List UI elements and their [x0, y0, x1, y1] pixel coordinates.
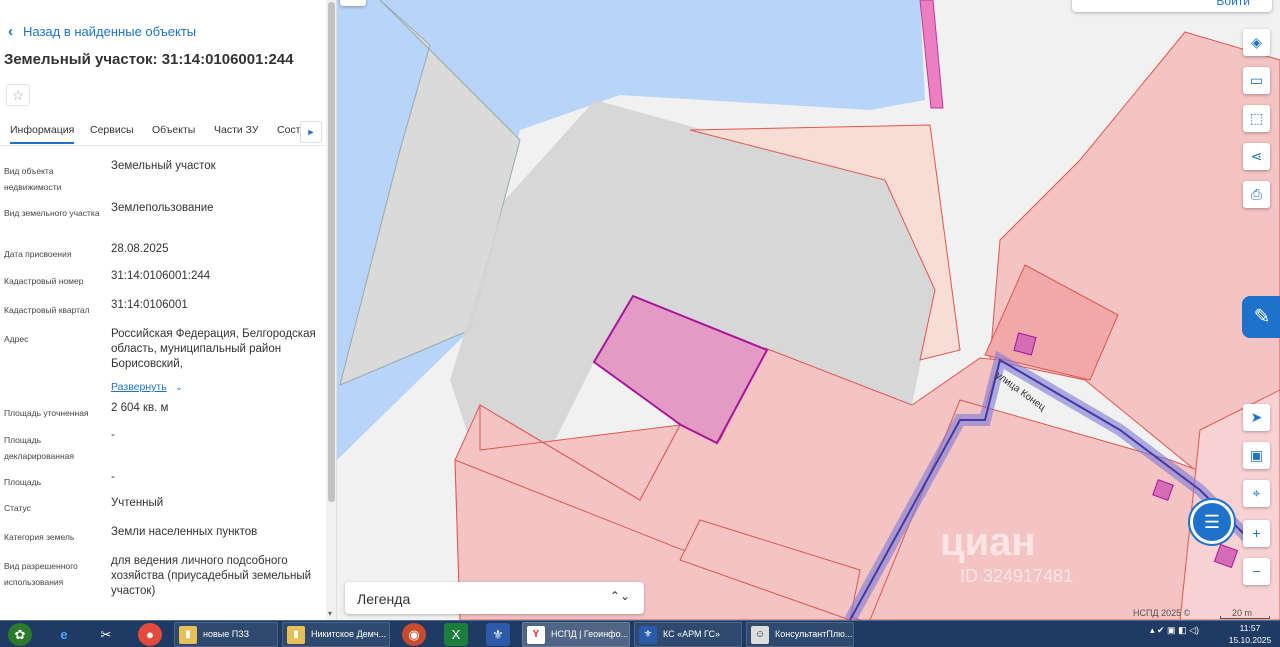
copyright: НСПД 2025 © [1133, 608, 1191, 618]
clock-time: 11:57 [1239, 623, 1261, 633]
zoom-in-icon[interactable]: + [1243, 520, 1270, 547]
map-canvas[interactable] [337, 0, 1280, 620]
minimap-icon[interactable]: ▣ [1243, 442, 1270, 469]
info-label: Вид земельного участка [4, 208, 100, 218]
info-label: Площадь декларированная [4, 435, 74, 461]
info-label: Дата присвоения [4, 249, 72, 259]
tab-information[interactable]: Информация [10, 124, 75, 144]
tab-objects[interactable]: Объекты [152, 124, 195, 136]
info-value: Землепользование [111, 202, 214, 214]
taskbar-app[interactable]: ⚜ КС «АРМ ГС» [634, 622, 742, 647]
clock[interactable]: 11:57 15.10.2025 [1222, 622, 1278, 646]
yandex-icon: Y [527, 626, 545, 644]
panel-content: ‹ Назад в найденные объекты Земельный уч… [0, 0, 326, 620]
info-value: Российская Федерация, Белгородская облас… [111, 328, 316, 370]
navigate-icon[interactable]: ➤ [1243, 404, 1270, 431]
system-tray[interactable]: ▴ ✔ ▣ ◧ ◁) [1150, 625, 1199, 636]
info-label: Вид разрешенного использования [4, 561, 78, 587]
tabs-next-button[interactable]: ► [300, 121, 322, 143]
consultant-icon: ☺ [751, 626, 769, 644]
tab-services[interactable]: Сервисы [90, 124, 134, 136]
chevron-down-icon: ⌄ [175, 382, 183, 392]
map-view[interactable]: Войти [337, 0, 1280, 620]
folder-icon: ▮ [287, 626, 305, 644]
select-area-icon[interactable]: ⬚ [1243, 105, 1270, 132]
excel-icon[interactable]: X [444, 623, 468, 646]
chevron-left-icon: ‹ [8, 23, 13, 40]
info-label: Категория земель [4, 532, 75, 542]
panel-scrollbar[interactable]: ▾ [326, 0, 336, 620]
info-value: - [111, 471, 115, 483]
info-value: - [111, 429, 115, 441]
info-label: Статус [4, 503, 31, 513]
expand-link-label: Развернуть [111, 381, 167, 393]
info-value: 31:14:0106001 [111, 299, 188, 311]
taskbar-app[interactable]: ▮ Никитское Демч... [282, 622, 390, 647]
chat-icon[interactable]: ☰ [1190, 500, 1234, 544]
info-label: Кадастровый квартал [4, 305, 90, 315]
building-marker [1013, 332, 1037, 356]
scroll-down-icon[interactable]: ▾ [328, 609, 332, 618]
expand-link[interactable]: Развернуть ⌄ [111, 377, 183, 395]
taskbar-app-label: КонсультантПлю... [775, 629, 853, 639]
info-value: Земельный участок [111, 160, 216, 172]
favorite-star-icon[interactable]: ☆ [6, 84, 30, 106]
tab-parts[interactable]: Части ЗУ [214, 124, 259, 136]
tab-bar: Информация Сервисы Объекты Части ЗУ Сост… [0, 118, 326, 146]
chrome-icon[interactable]: ● [138, 623, 162, 646]
chevron-updown-icon: ⌃⌄ [609, 589, 630, 603]
info-label: Площадь уточненная [4, 408, 89, 418]
ruler-icon[interactable]: ▭ [1243, 67, 1270, 94]
watermark-id: ID 324917481 [960, 566, 1074, 586]
taskbar-app-label: Никитское Демч... [311, 629, 387, 639]
tool-icon[interactable]: ✂ [94, 623, 118, 646]
taskbar: ✿ e ✂ ● ▮ новые ПЗЗ ▮ Никитское Демч... … [0, 620, 1280, 647]
taskbar-app-label: новые ПЗЗ [203, 629, 250, 639]
taskbar-app-active[interactable]: Y НСПД | Геоинфо... [522, 622, 630, 647]
back-link-label: Назад в найденные объекты [23, 24, 197, 39]
print-icon[interactable]: ⎙ [1243, 181, 1270, 208]
browser-icon[interactable]: ◉ [402, 623, 426, 646]
back-link[interactable]: ‹ Назад в найденные объекты [8, 23, 196, 40]
legend-selector[interactable]: Легенда ⌃⌄ [345, 582, 644, 614]
scrollbar-thumb[interactable] [328, 2, 335, 502]
taskbar-app-label: КС «АРМ ГС» [663, 629, 721, 639]
page-title: Земельный участок: 31:14:0106001:244 [4, 51, 294, 68]
location-icon[interactable]: ⌖ [1243, 480, 1270, 507]
emblem-app-icon[interactable]: ⚜ [486, 623, 510, 646]
info-label: Адрес [4, 334, 29, 344]
start-icon[interactable]: ✿ [8, 623, 32, 646]
watermark-logo: циан [940, 520, 1036, 564]
taskbar-app-label: НСПД | Геоинфо... [551, 629, 629, 639]
legend-label: Легенда [357, 591, 411, 607]
info-value: Земли населенных пунктов [111, 526, 258, 538]
scale-bar [1220, 616, 1270, 619]
feedback-badge-icon[interactable]: ✎ [1242, 296, 1280, 338]
taskbar-app[interactable]: ☺ КонсультантПлю... [746, 622, 854, 647]
clock-date: 15.10.2025 [1228, 635, 1272, 645]
info-label: Кадастровый номер [4, 276, 84, 286]
folder-icon: ▮ [179, 626, 197, 644]
zoom-out-icon[interactable]: − [1243, 558, 1270, 585]
emblem-icon: ⚜ [639, 626, 657, 644]
taskbar-app[interactable]: ▮ новые ПЗЗ [174, 622, 278, 647]
info-value: 28.08.2025 [111, 243, 169, 255]
info-label: Вид объекта недвижимости [4, 166, 62, 192]
layers-icon[interactable]: ◈ [1243, 29, 1270, 56]
login-button[interactable]: Войти [1072, 0, 1272, 12]
map-top-button[interactable] [340, 0, 366, 6]
login-button-label: Войти [1216, 0, 1250, 8]
info-value: для ведения личного подсобного хозяйства… [111, 555, 312, 597]
info-value: Учтенный [111, 497, 164, 509]
object-info-panel: ‹ Назад в найденные объекты Земельный уч… [0, 0, 337, 620]
share-icon[interactable]: ⋖ [1243, 143, 1270, 170]
info-value: 2 604 кв. м [111, 402, 169, 414]
info-label: Площадь [4, 477, 42, 487]
ie-icon[interactable]: e [52, 623, 76, 646]
info-value: 31:14:0106001:244 [111, 270, 211, 282]
